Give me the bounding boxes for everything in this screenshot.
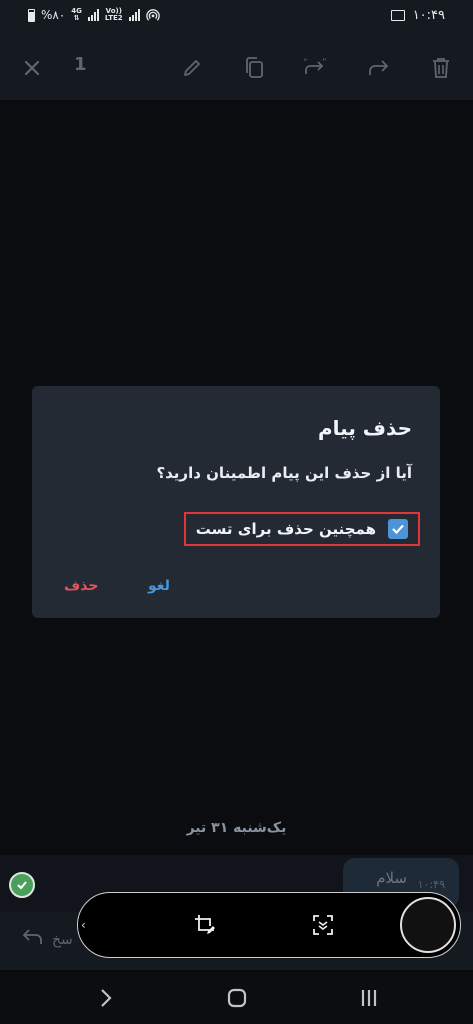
nav-back-button[interactable] [91,984,121,1012]
trash-icon [433,58,449,78]
hotspot-icon [145,9,160,21]
forward-quote-icon: ” “ [303,58,327,74]
reply-label[interactable]: سخ [52,932,73,948]
status-right-group: ۱۰:۴۹ [390,8,445,23]
delete-for-contact-label[interactable]: همچنین حذف برای تست [196,520,376,538]
delete-message-dialog: حذف پیام آیا از حذف این پیام اطمینان دار… [32,386,440,618]
signal-icon [87,9,99,21]
system-navigation-bar [0,972,473,1024]
forward-button[interactable] [361,50,397,86]
close-selection-button[interactable] [14,50,50,86]
dialog-title: حذف پیام [317,416,412,440]
copy-button[interactable] [236,50,272,86]
signal-icon-2 [128,9,140,21]
chevron-right-icon [101,989,112,1007]
nav-home-button[interactable] [222,984,252,1012]
selection-action-bar: 1 ” “ [0,36,473,100]
message-time: ۱۰:۴۹ [417,878,445,891]
scroll-capture-icon [313,915,333,935]
pencil-icon [184,60,200,76]
delete-for-contact-option[interactable]: همچنین حذف برای تست [184,512,420,546]
message-text: سلام [376,869,407,887]
forward-icon [369,60,389,75]
battery-icon [28,8,35,22]
reply-icon[interactable] [20,928,44,948]
dialog-message: آیا از حذف این پیام اطمینان دارید؟ [156,464,412,482]
delete-button[interactable] [423,50,459,86]
nav-recents-button[interactable] [354,984,384,1012]
delete-for-contact-checkbox[interactable] [388,519,408,539]
gallery-icon [390,10,405,21]
cancel-button[interactable]: لغو [148,578,170,594]
svg-text:“: “ [303,58,308,68]
screen: %۸۰ 4G ⇅ Vo)) LTE2 ۱۰:۴۹ [0,0,473,1024]
volte-bottom: LTE2 [104,14,123,22]
status-time: ۱۰:۴۹ [412,8,445,23]
edit-button[interactable] [174,50,210,86]
capture-shutter-button[interactable] [400,897,456,953]
forward-quote-button[interactable]: ” “ [298,50,334,86]
status-left-group: %۸۰ 4G ⇅ Vo)) LTE2 [28,8,160,22]
svg-text:”: ” [322,58,327,68]
date-label: یک‌شنبه ۳۱ تیر [186,820,287,836]
close-icon [24,60,40,76]
volte-label: Vo)) LTE2 [105,8,123,22]
toolbar-handle-icon[interactable]: ‹ [81,918,86,932]
status-bar: %۸۰ 4G ⇅ Vo)) LTE2 ۱۰:۴۹ [0,0,473,36]
scroll-capture-button[interactable] [308,910,338,940]
crop-edit-button[interactable] [190,910,220,940]
confirm-delete-button[interactable]: حذف [64,578,98,594]
home-icon [227,988,247,1008]
copy-icon [246,57,263,78]
selection-count: 1 [74,54,87,75]
battery-percent: %۸۰ [41,8,66,22]
checkmark-icon [392,524,404,535]
recents-icon [361,990,377,1006]
crop-edit-icon [195,915,215,934]
screen-capture-toolbar: ‹ [77,892,461,958]
network-type-label: 4G ⇅ [71,8,82,22]
message-selected-check-icon [9,872,35,898]
data-arrows-icon: ⇅ [73,14,80,22]
